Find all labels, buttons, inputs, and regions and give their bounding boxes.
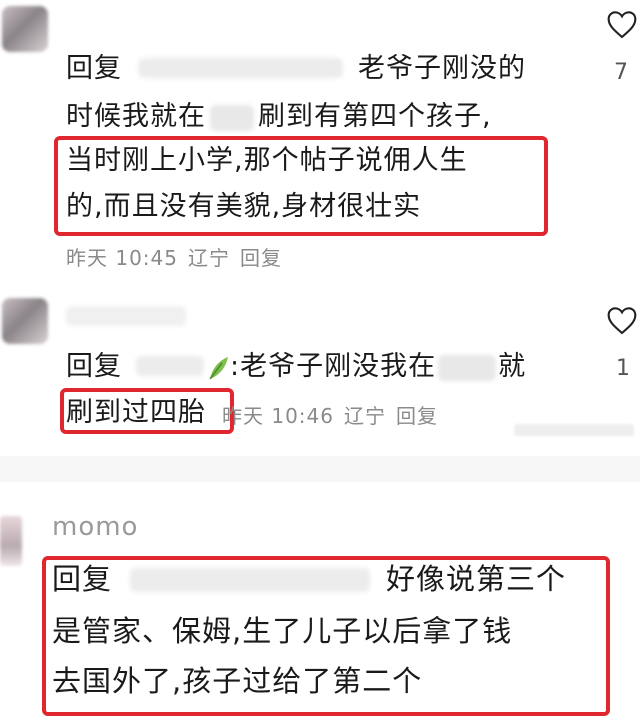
comment-meta: 昨天 10:45 辽宁 回复 xyxy=(66,242,292,271)
section-divider xyxy=(0,456,640,482)
comment-text: 老爷子刚没的 xyxy=(358,53,526,84)
comment-time: 昨天 10:45 xyxy=(66,246,178,270)
comment-text-part: :老爷子刚没我在 xyxy=(230,351,437,382)
highlight-box xyxy=(60,388,234,434)
comment-location: 辽宁 xyxy=(344,404,386,428)
comment-text-part: 刷到有第四个孩子, xyxy=(258,101,492,132)
blurred-username xyxy=(136,356,204,376)
blurred-username xyxy=(66,306,186,326)
comment-text: 时候我就在 刷到有第四个孩子, xyxy=(66,100,492,134)
comment-username[interactable]: momo xyxy=(52,512,138,542)
reply-link[interactable]: 回复 xyxy=(396,404,438,428)
like-heart-icon[interactable] xyxy=(606,10,638,40)
comment-location: 辽宁 xyxy=(188,246,230,270)
highlight-box xyxy=(54,136,548,236)
blurred-username xyxy=(138,58,343,78)
reply-link[interactable]: 回复 xyxy=(240,246,282,270)
comment-time: 昨天 10:46 xyxy=(222,404,334,428)
blurred-platform xyxy=(210,104,254,131)
comment-text: 回复 xyxy=(66,350,122,384)
blurred-platform xyxy=(438,354,497,381)
comment-meta: 昨天 10:46 辽宁 回复 xyxy=(222,400,448,429)
avatar[interactable] xyxy=(0,516,22,566)
like-count: 7 xyxy=(614,60,628,85)
avatar[interactable] xyxy=(2,6,48,52)
comment-text: :老爷子刚没我在 就 xyxy=(206,350,526,384)
highlight-box xyxy=(42,556,610,716)
blurred-bar xyxy=(514,424,634,436)
like-count: 1 xyxy=(616,356,630,381)
reply-prefix: 回复 xyxy=(66,53,122,84)
reply-prefix: 回复 xyxy=(66,351,122,382)
leaf-icon xyxy=(206,355,230,381)
comment-text-part: 时候我就在 xyxy=(66,101,206,132)
comment-text-part: 就 xyxy=(498,351,527,382)
like-heart-icon[interactable] xyxy=(606,306,638,336)
avatar[interactable] xyxy=(2,298,48,344)
comment-text: 回复 xyxy=(66,52,122,86)
